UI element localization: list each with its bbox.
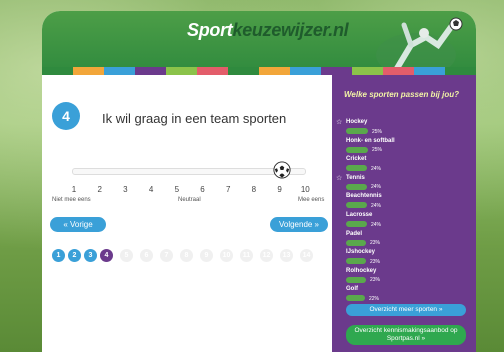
progress-dot-12: 12 (260, 249, 273, 262)
scale-tick-9[interactable]: 9 (274, 185, 286, 194)
progress-dot-3[interactable]: 3 (84, 249, 97, 262)
slider-handle-ball-icon[interactable] (273, 161, 291, 179)
sport-name[interactable]: Padel (346, 231, 362, 237)
scale-tick-4[interactable]: 4 (145, 185, 157, 194)
progress-dot-2[interactable]: 2 (68, 249, 81, 262)
sport-match-percentage: 25% (372, 147, 383, 154)
sport-match-bar (346, 295, 365, 302)
progress-dot-7: 7 (160, 249, 173, 262)
progress-dot-9: 9 (200, 249, 213, 262)
sport-match-bar (346, 146, 368, 153)
sport-match-percentage: 24% (371, 221, 382, 228)
site-logo[interactable]: Sportkeuzewijzer.nl (187, 20, 349, 41)
progress-dot-1[interactable]: 1 (52, 249, 65, 262)
progress-dot-14: 14 (300, 249, 313, 262)
sport-match-percentage: 24% (371, 184, 382, 191)
sport-match-bar (346, 202, 367, 209)
sport-name[interactable]: IJshockey (346, 249, 375, 255)
results-sidebar: Welke sporten passen bij jou? Overzicht … (332, 75, 476, 352)
sport-match-bar (346, 165, 367, 172)
sport-name[interactable]: Golf (346, 286, 358, 292)
scale-label-neutral: Neutraal (178, 197, 201, 203)
sidebar-title: Welke sporten passen bij jou? (344, 90, 459, 99)
scale-tick-10[interactable]: 10 (299, 185, 311, 194)
progress-dot-8: 8 (180, 249, 193, 262)
sport-name[interactable]: Rolhockey (346, 268, 376, 274)
progress-dot-5: 5 (120, 249, 133, 262)
sport-name[interactable]: Lacrosse (346, 212, 372, 218)
favorite-star-icon[interactable]: ☆ (336, 174, 342, 182)
slider-scale-ticks: 1 2 3 4 5 6 7 8 9 10 (62, 185, 322, 197)
logo-part-sport: Sport (187, 20, 233, 40)
sport-match-bar (346, 221, 367, 227)
site-header: Sportkeuzewijzer.nl (42, 11, 476, 75)
sport-match-percentage: 23% (370, 240, 381, 247)
scale-label-agree: Mee eens (298, 197, 325, 203)
sport-match-percentage: 23% (370, 277, 381, 284)
question-progress-dots: 1 2 3 4 5 6 7 8 9 10 11 12 13 14 (52, 249, 313, 265)
color-stripes (42, 67, 476, 75)
sport-name[interactable]: Honk- en softball (346, 138, 395, 144)
answer-slider-track[interactable] (72, 168, 306, 175)
scale-tick-8[interactable]: 8 (248, 185, 260, 194)
sport-name[interactable]: Beachtennis (346, 193, 382, 199)
sport-match-percentage: 25% (372, 128, 383, 135)
sport-match-bar (346, 128, 368, 134)
progress-dot-6: 6 (140, 249, 153, 262)
sport-name[interactable]: Cricket (346, 156, 366, 162)
sport-match-bar (346, 239, 366, 246)
scale-label-disagree: Niet mee eens (52, 197, 91, 203)
question-text: Ik wil graag in een team sporten (102, 111, 287, 126)
scale-tick-1[interactable]: 1 (68, 185, 80, 194)
scale-tick-6[interactable]: 6 (197, 185, 209, 194)
previous-button[interactable]: « Vorige (50, 217, 106, 232)
question-number-badge: 4 (52, 102, 80, 130)
scale-tick-5[interactable]: 5 (171, 185, 183, 194)
sport-match-percentage: 22% (369, 295, 380, 302)
sportpas-offer-button[interactable]: Overzicht kennismakingsaanbod op Sportpa… (346, 325, 466, 345)
sport-name[interactable]: Tennis (346, 175, 365, 181)
progress-dot-10: 10 (220, 249, 233, 262)
progress-dot-4[interactable]: 4 (100, 249, 113, 262)
football-player-illustration (376, 17, 463, 75)
overview-more-sports-button[interactable]: Overzicht meer sporten » (346, 304, 466, 316)
sport-match-percentage: 24% (371, 202, 382, 209)
scale-tick-2[interactable]: 2 (94, 185, 106, 194)
progress-dot-11: 11 (240, 249, 253, 262)
sport-match-bar (346, 183, 367, 190)
scale-tick-3[interactable]: 3 (119, 185, 131, 194)
question-panel: 4 Ik wil graag in een team sporten 12345… (42, 75, 332, 352)
scale-tick-7[interactable]: 7 (222, 185, 234, 194)
sport-match-percentage: 24% (371, 165, 382, 172)
sport-name[interactable]: Hockey (346, 119, 367, 125)
sport-match-percentage: 23% (370, 258, 381, 265)
progress-dot-13: 13 (280, 249, 293, 262)
logo-part-keuzewijzer: keuzewijzer.nl (232, 20, 349, 40)
favorite-star-icon[interactable]: ☆ (336, 118, 342, 126)
sport-match-bar (346, 258, 366, 265)
quiz-frame: Sportkeuzewijzer.nl 4 Ik wil graag in ee… (42, 11, 476, 352)
sport-match-bar (346, 276, 366, 283)
next-button[interactable]: Volgende » (270, 217, 328, 232)
